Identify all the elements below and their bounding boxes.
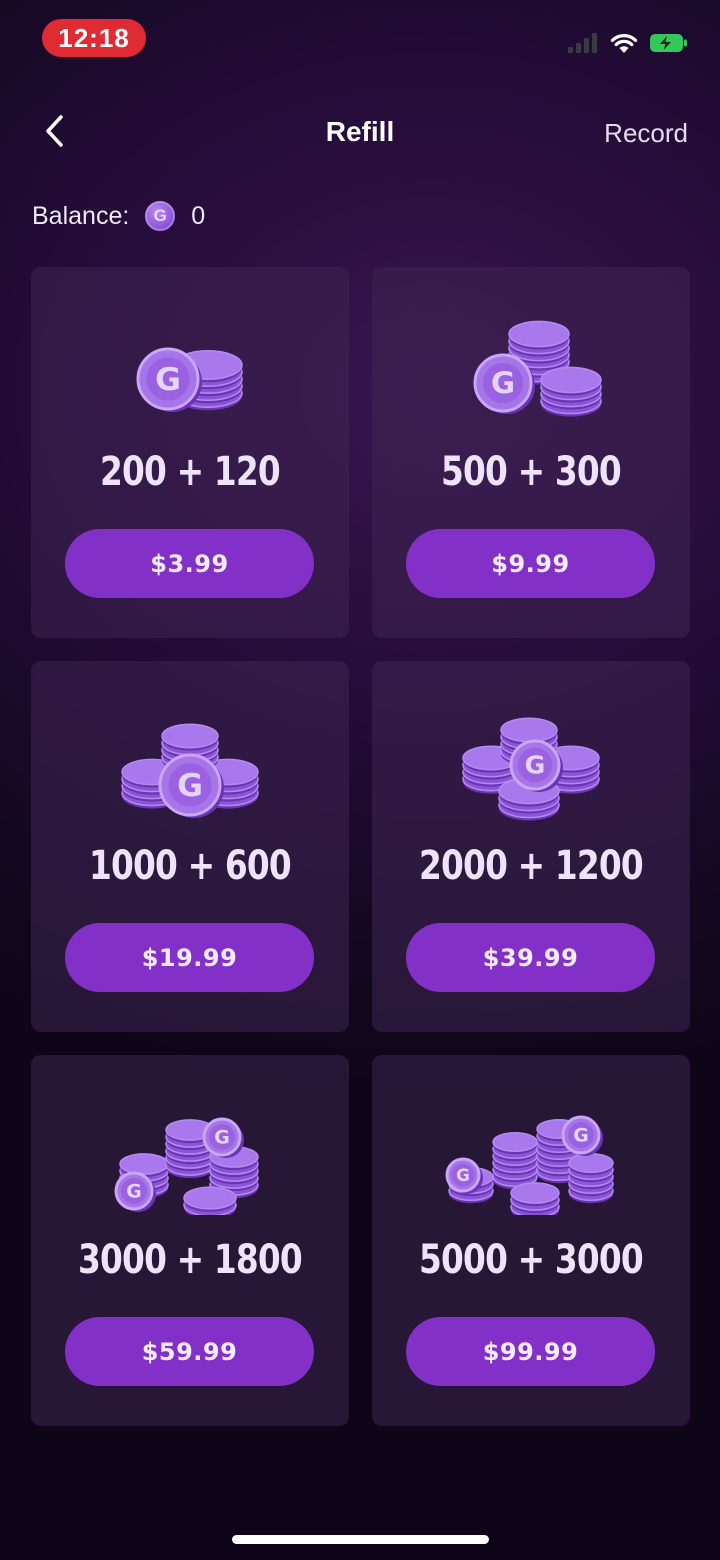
battery-charging-icon <box>650 33 688 58</box>
coin-letter: G <box>153 206 167 225</box>
package-card[interactable]: GG 5000 + 3000 $99.99 <box>372 1055 690 1426</box>
package-card[interactable]: G 2000 + 1200 $39.99 <box>372 661 690 1032</box>
svg-text:G: G <box>155 362 181 398</box>
coin-pile-icon: GG <box>445 1115 614 1215</box>
coin-pile-icon: GG <box>114 1117 259 1215</box>
price-button[interactable]: $39.99 <box>406 923 655 992</box>
price-button[interactable]: $3.99 <box>65 529 314 598</box>
coin-stack-icon: G <box>121 723 259 818</box>
svg-text:G: G <box>214 1126 230 1148</box>
package-card[interactable]: GG 3000 + 1800 $59.99 <box>31 1055 349 1426</box>
balance-value: 0 <box>191 201 206 230</box>
svg-text:G: G <box>126 1180 142 1202</box>
package-amount: 2000 + 1200 <box>419 843 644 889</box>
coin-icon: G <box>145 201 176 231</box>
svg-text:G: G <box>525 751 546 780</box>
coin-stack-icon: G <box>136 347 243 412</box>
price-button[interactable]: $59.99 <box>65 1317 314 1386</box>
record-link[interactable]: Record <box>604 118 688 149</box>
package-amount: 5000 + 3000 <box>419 1237 644 1283</box>
header: Refill Record <box>0 100 720 166</box>
balance-row: Balance: G 0 <box>32 196 205 236</box>
balance-label: Balance: <box>32 201 130 230</box>
coin-stack-icon: G <box>473 320 602 417</box>
package-amount: 1000 + 600 <box>89 843 292 889</box>
package-card[interactable]: G 1000 + 600 $19.99 <box>31 661 349 1032</box>
price-button[interactable]: $9.99 <box>406 529 655 598</box>
package-amount: 3000 + 1800 <box>78 1237 303 1283</box>
svg-text:G: G <box>456 1165 470 1185</box>
package-card[interactable]: G 200 + 120 $3.99 <box>31 267 349 638</box>
price-button[interactable]: $99.99 <box>406 1317 655 1386</box>
wifi-icon <box>610 32 638 59</box>
svg-text:G: G <box>177 768 203 804</box>
svg-text:G: G <box>573 1124 589 1146</box>
package-grid: G 200 + 120 $3.99 G 500 + 300 $9.99 G 10… <box>31 267 690 1426</box>
status-time: 12:18 <box>42 19 146 57</box>
status-bar: 12:18 <box>0 0 720 80</box>
status-icons <box>568 30 688 60</box>
price-button[interactable]: $19.99 <box>65 923 314 992</box>
package-amount: 200 + 120 <box>100 449 281 495</box>
svg-text:G: G <box>491 366 515 400</box>
home-indicator[interactable] <box>232 1535 489 1544</box>
cellular-signal-icon <box>568 32 598 58</box>
coin-pile-icon: G <box>462 717 600 821</box>
package-amount: 500 + 300 <box>441 449 622 495</box>
package-card[interactable]: G 500 + 300 $9.99 <box>372 267 690 638</box>
